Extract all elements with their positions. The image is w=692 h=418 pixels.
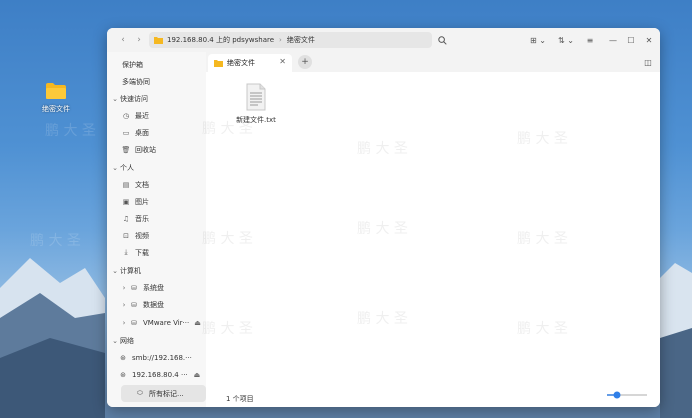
sidebar-item-vmware[interactable]: › ⛁ VMware Vir··· ⏏ bbox=[107, 314, 206, 331]
chevron-right-icon: › bbox=[122, 283, 126, 292]
disk-icon: ⛁ bbox=[131, 283, 137, 292]
sidebar-item-label: 文档 bbox=[135, 180, 149, 189]
sidebar-item-label: 计算机 bbox=[120, 266, 141, 275]
chevron-down-icon: ⌄ bbox=[112, 94, 118, 103]
video-icon: ⊡ bbox=[123, 231, 129, 240]
sidebar-item-smb[interactable]: ⊛ smb://192.168.··· bbox=[107, 349, 206, 366]
sidebar-item-system-disk[interactable]: › ⛁ 系统盘 bbox=[107, 279, 206, 296]
close-tab-icon[interactable]: ✕ bbox=[279, 57, 286, 66]
chevron-right-icon: › bbox=[122, 300, 126, 309]
sidebar-item-label: 快速访问 bbox=[120, 94, 148, 103]
file-name: 新建文件.txt bbox=[236, 116, 276, 124]
sidebar-item-label: 下载 bbox=[135, 248, 149, 257]
sidebar-item-recent[interactable]: ◷ 最近 bbox=[107, 107, 206, 124]
forward-icon[interactable]: › bbox=[132, 33, 146, 47]
sidebar-item-label: 系统盘 bbox=[143, 283, 164, 292]
trash-icon: 🗑︎ bbox=[121, 145, 131, 154]
tag-icon: ⬭ bbox=[137, 389, 143, 397]
folder-icon bbox=[214, 60, 223, 67]
chevron-down-icon: ⌄ bbox=[112, 163, 118, 172]
desktop-folder[interactable]: 绝密文件 bbox=[38, 82, 74, 114]
sidebar-item-label: 音乐 bbox=[135, 214, 149, 223]
address-bar[interactable]: 192.168.80.4 上的 pdsywshare › 绝密文件 bbox=[149, 32, 432, 48]
sidebar-item-pictures[interactable]: ▣ 图片 bbox=[107, 193, 206, 210]
menu-icon[interactable]: ≡ bbox=[584, 32, 596, 48]
image-icon: ▣ bbox=[122, 197, 130, 206]
tab-label: 绝密文件 bbox=[227, 59, 255, 67]
sidebar-item-label: 所有标记... bbox=[149, 389, 184, 398]
sidebar-item-label: 保护箱 bbox=[122, 60, 143, 69]
sidebar: 保护箱 多端协同 ⌄ 快速访问 ◷ 最近 ▭ 桌面 🗑︎ 回收站 ⌄ 个人 ▤ … bbox=[107, 52, 206, 407]
eject-icon[interactable]: ⏏ bbox=[194, 371, 201, 379]
breadcrumb-separator-icon: › bbox=[279, 36, 282, 44]
file-manager-window: ‹ › 192.168.80.4 上的 pdsywshare › 绝密文件 ⊞ … bbox=[107, 28, 660, 407]
network-icon: ⊛ bbox=[120, 353, 126, 362]
eject-icon[interactable]: ⏏ bbox=[194, 319, 201, 327]
sidebar-item-videos[interactable]: ⊡ 视频 bbox=[107, 227, 206, 244]
chevron-down-icon: ⌄ bbox=[112, 336, 118, 345]
sidebar-item-label: 网络 bbox=[120, 336, 134, 345]
folder-icon bbox=[154, 37, 163, 44]
sidebar-item-desktop[interactable]: ▭ 桌面 bbox=[107, 124, 206, 141]
sidebar-item-music[interactable]: ♫ 音乐 bbox=[107, 210, 206, 227]
sidebar-item-trash[interactable]: 🗑︎ 回收站 bbox=[107, 141, 206, 158]
watermark: 鹏 大 圣 bbox=[45, 123, 96, 139]
sidebar-item-vault[interactable]: 保护箱 bbox=[107, 56, 206, 73]
zoom-slider[interactable] bbox=[605, 391, 649, 399]
sort-icon[interactable]: ⇅ ⌄ bbox=[556, 32, 576, 48]
item-count: 1 个项目 bbox=[226, 395, 254, 403]
breadcrumb-current[interactable]: 绝密文件 bbox=[287, 35, 315, 45]
sidebar-item-downloads[interactable]: ⤓ 下载 bbox=[107, 244, 206, 261]
text-file-icon bbox=[246, 83, 266, 111]
clock-icon: ◷ bbox=[122, 111, 130, 120]
sidebar-item-label: 192.168.80.4 ··· bbox=[132, 370, 188, 379]
sidebar-item-label: 最近 bbox=[135, 111, 149, 120]
download-icon: ⤓ bbox=[124, 248, 128, 256]
folder-icon bbox=[46, 83, 66, 99]
sidebar-item-all-tags[interactable]: ⬭ 所有标记... bbox=[121, 385, 206, 402]
back-icon[interactable]: ‹ bbox=[116, 33, 130, 47]
sidebar-item-label: VMware Vir··· bbox=[143, 318, 190, 327]
sidebar-item-label: 回收站 bbox=[135, 145, 156, 154]
disk-icon: ⛁ bbox=[131, 300, 137, 309]
chevron-right-icon: › bbox=[122, 318, 126, 327]
sidebar-item-share[interactable]: ⊛ 192.168.80.4 ··· ⏏ bbox=[107, 366, 206, 383]
breadcrumb-share[interactable]: 192.168.80.4 上的 pdsywshare bbox=[167, 35, 274, 45]
chevron-down-icon: ⌄ bbox=[112, 266, 118, 275]
minimize-icon[interactable]: — bbox=[607, 32, 619, 48]
sidebar-item-label: 视频 bbox=[135, 231, 149, 240]
view-mode-icon[interactable]: ⊞ ⌄ bbox=[528, 32, 548, 48]
sidebar-item-label: 桌面 bbox=[135, 128, 149, 137]
desktop-folder-label: 绝密文件 bbox=[42, 105, 70, 113]
music-icon: ♫ bbox=[122, 214, 130, 223]
network-icon: ⊛ bbox=[120, 370, 126, 379]
zoom-slider-handle[interactable] bbox=[613, 391, 621, 399]
maximize-icon[interactable]: ☐ bbox=[625, 32, 637, 48]
sidebar-item-label: 个人 bbox=[120, 163, 134, 172]
sidebar-group-personal[interactable]: ⌄ 个人 bbox=[107, 159, 206, 176]
disk-icon: ⛁ bbox=[131, 318, 137, 327]
tab-bar: 绝密文件 ✕ + ◫ bbox=[206, 52, 660, 72]
sidebar-item-label: smb://192.168.··· bbox=[132, 353, 192, 362]
search-icon[interactable] bbox=[436, 32, 448, 48]
sidebar-item-label: 图片 bbox=[135, 197, 149, 206]
sidebar-item-label: 多端协同 bbox=[122, 77, 150, 86]
main-pane: 绝密文件 ✕ + ◫ 新建文件.txt 1 个项目 bbox=[206, 52, 660, 407]
sidebar-group-computer[interactable]: ⌄ 计算机 bbox=[107, 262, 206, 279]
monitor-icon: ▭ bbox=[122, 128, 130, 137]
sidebar-item-collab[interactable]: 多端协同 bbox=[107, 73, 206, 90]
sidebar-group-network[interactable]: ⌄ 网络 bbox=[107, 332, 206, 349]
title-bar: ‹ › 192.168.80.4 上的 pdsywshare › 绝密文件 ⊞ … bbox=[107, 28, 660, 52]
add-tab-icon[interactable]: + bbox=[298, 55, 312, 69]
details-panel-icon[interactable]: ◫ bbox=[642, 56, 654, 68]
document-icon: ▤ bbox=[122, 180, 130, 189]
sidebar-item-label: 数据盘 bbox=[143, 300, 164, 309]
sidebar-group-quick-access[interactable]: ⌄ 快速访问 bbox=[107, 90, 206, 107]
tab-current[interactable]: 绝密文件 ✕ bbox=[208, 54, 292, 72]
close-icon[interactable]: ✕ bbox=[643, 32, 655, 48]
sidebar-item-data-disk[interactable]: › ⛁ 数据盘 bbox=[107, 296, 206, 313]
sidebar-item-documents[interactable]: ▤ 文档 bbox=[107, 176, 206, 193]
file-item[interactable]: 新建文件.txt bbox=[228, 83, 284, 125]
